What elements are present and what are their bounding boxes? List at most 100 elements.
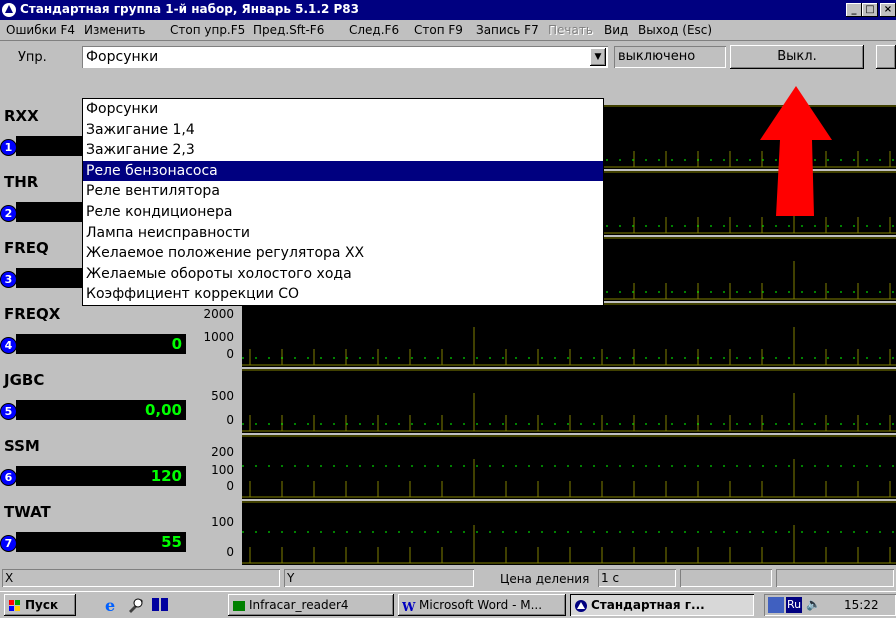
control-dropdown-list[interactable]: Форсунки Зажигание 1,4 Зажигание 2,3 Рел… bbox=[82, 98, 604, 306]
channel-7[interactable]: TWAT 100 0 7 55 bbox=[0, 501, 240, 567]
channel-name: FREQX bbox=[4, 305, 61, 323]
plot-7[interactable] bbox=[242, 501, 896, 565]
plot-4[interactable] bbox=[242, 303, 896, 367]
dropdown-option[interactable]: Реле кондиционера bbox=[83, 202, 603, 223]
trace-6 bbox=[242, 435, 896, 498]
system-tray: Ru 🔈 15:22 bbox=[764, 594, 896, 616]
dropdown-option[interactable]: Зажигание 2,3 bbox=[83, 140, 603, 161]
channel-number-badge: 3 bbox=[0, 271, 17, 288]
close-button[interactable]: × bbox=[880, 3, 896, 17]
maximize-button[interactable]: □ bbox=[862, 3, 878, 17]
svg-text:e: e bbox=[105, 596, 115, 615]
channel-number-badge: 6 bbox=[0, 469, 17, 486]
channel-number-badge: 1 bbox=[0, 139, 17, 156]
scale-mid: 1000 bbox=[203, 330, 234, 344]
control-label: Упр. bbox=[18, 50, 47, 65]
menu-previous[interactable]: Пред.Sft-F6 bbox=[253, 23, 324, 37]
menu-next[interactable]: След.F6 bbox=[349, 23, 399, 37]
menu-stop-control[interactable]: Стоп упр.F5 bbox=[170, 23, 245, 37]
task-word[interactable]: W Microsoft Word - M... bbox=[398, 594, 566, 616]
status-pane-empty bbox=[776, 569, 894, 587]
division-pane: 1 с bbox=[598, 569, 676, 587]
chevron-down-icon[interactable]: ▼ bbox=[590, 48, 606, 66]
menu-bar: Ошибки F4 Изменить Стоп упр.F5 Пред.Sft-… bbox=[0, 20, 896, 41]
menu-stop[interactable]: Стоп F9 bbox=[414, 23, 463, 37]
title-bar[interactable]: Стандартная группа 1-й набор, Январь 5.1… bbox=[0, 0, 896, 20]
channel-number-badge: 5 bbox=[0, 403, 17, 420]
channel-number-badge: 4 bbox=[0, 337, 17, 354]
quicklaunch-icon[interactable] bbox=[126, 595, 146, 615]
channel-value: 0,00 bbox=[16, 400, 186, 420]
app-icon bbox=[575, 599, 587, 612]
speaker-icon[interactable]: 🔈 bbox=[806, 597, 821, 611]
control-select[interactable]: Форсунки ▼ bbox=[82, 46, 608, 68]
tray-app-icon[interactable] bbox=[768, 597, 784, 613]
scale-mid: 100 bbox=[211, 463, 234, 477]
x-label: X bbox=[5, 571, 14, 585]
y-label: Y bbox=[287, 571, 295, 585]
control-select-value: Форсунки bbox=[86, 49, 159, 65]
start-label: Пуск bbox=[25, 598, 59, 612]
scale-bottom: 0 bbox=[226, 545, 234, 559]
language-indicator[interactable]: Ru bbox=[786, 597, 803, 613]
dropdown-option[interactable]: Лампа неисправности bbox=[83, 223, 603, 244]
start-button[interactable]: Пуск bbox=[4, 594, 76, 616]
word-icon: W bbox=[402, 600, 416, 613]
channel-5[interactable]: JGBC 500 0 5 0,00 bbox=[0, 369, 240, 435]
menu-print[interactable]: Печать bbox=[548, 23, 593, 37]
task-label: Microsoft Word - M... bbox=[419, 598, 543, 612]
channel-number-badge: 2 bbox=[0, 205, 17, 222]
trace-5 bbox=[242, 369, 896, 432]
menu-errors[interactable]: Ошибки F4 bbox=[6, 23, 75, 37]
taskbar: Пуск e Infracar_reader4 W Microsoft Word … bbox=[0, 591, 896, 618]
scale-top: 100 bbox=[211, 515, 234, 529]
channel-value: 0 bbox=[16, 334, 186, 354]
desktop-icon[interactable] bbox=[150, 595, 170, 615]
plot-5[interactable] bbox=[242, 369, 896, 433]
dropdown-option-highlighted[interactable]: Реле бензонасоса bbox=[83, 160, 603, 182]
clock[interactable]: 15:22 bbox=[844, 598, 879, 612]
plot-6[interactable] bbox=[242, 435, 896, 499]
red-arrow-annotation bbox=[760, 86, 832, 216]
dropdown-option[interactable]: Форсунки bbox=[83, 99, 603, 120]
dropdown-option[interactable]: Желаемое положение регулятора ХХ bbox=[83, 243, 603, 264]
menu-view[interactable]: Вид bbox=[604, 23, 628, 37]
division-value: 1 с bbox=[601, 571, 620, 585]
dropdown-option[interactable]: Коэффициент коррекции СО bbox=[83, 284, 603, 305]
channel-name: RXX bbox=[4, 107, 39, 125]
channel-value: 120 bbox=[16, 466, 186, 486]
scale-bottom: 0 bbox=[226, 347, 234, 361]
channel-4[interactable]: FREQX 2000 1000 0 4 0 bbox=[0, 303, 240, 369]
channel-name: THR bbox=[4, 173, 39, 191]
channel-name: TWAT bbox=[4, 503, 51, 521]
trace-4 bbox=[242, 303, 896, 366]
toggle-off-button[interactable]: Выкл. bbox=[730, 45, 864, 69]
task-label: Infracar_reader4 bbox=[249, 598, 349, 612]
channel-6[interactable]: SSM 200 100 0 6 120 bbox=[0, 435, 240, 501]
task-label: Стандартная г... bbox=[591, 598, 705, 612]
menu-record[interactable]: Запись F7 bbox=[476, 23, 539, 37]
control-state-text: выключено bbox=[618, 49, 696, 64]
division-label: Цена деления bbox=[500, 572, 590, 586]
menu-edit[interactable]: Изменить bbox=[84, 23, 146, 37]
window-title: Стандартная группа 1-й набор, Январь 5.1… bbox=[20, 2, 359, 16]
minimize-button[interactable]: _ bbox=[846, 3, 862, 17]
task-infracar-reader[interactable]: Infracar_reader4 bbox=[228, 594, 394, 616]
scale-top: 2000 bbox=[203, 307, 234, 321]
x-pane: X bbox=[2, 569, 280, 587]
menu-exit[interactable]: Выход (Esc) bbox=[638, 23, 712, 37]
scale-top: 500 bbox=[211, 389, 234, 403]
y-pane: Y bbox=[284, 569, 474, 587]
control-state: выключено bbox=[614, 46, 726, 68]
app-icon bbox=[233, 600, 245, 611]
task-standard-group[interactable]: Стандартная г... bbox=[570, 594, 754, 616]
app-icon[interactable] bbox=[2, 3, 16, 17]
ie-icon[interactable]: e bbox=[102, 595, 122, 615]
extra-button[interactable] bbox=[876, 45, 896, 69]
channel-name: SSM bbox=[4, 437, 40, 455]
dropdown-option[interactable]: Желаемые обороты холостого хода bbox=[83, 264, 603, 285]
dropdown-option[interactable]: Зажигание 1,4 bbox=[83, 120, 603, 141]
status-bar: X Y Цена деления 1 с bbox=[0, 567, 896, 591]
dropdown-option[interactable]: Реле вентилятора bbox=[83, 181, 603, 202]
channel-number-badge: 7 bbox=[0, 535, 17, 552]
